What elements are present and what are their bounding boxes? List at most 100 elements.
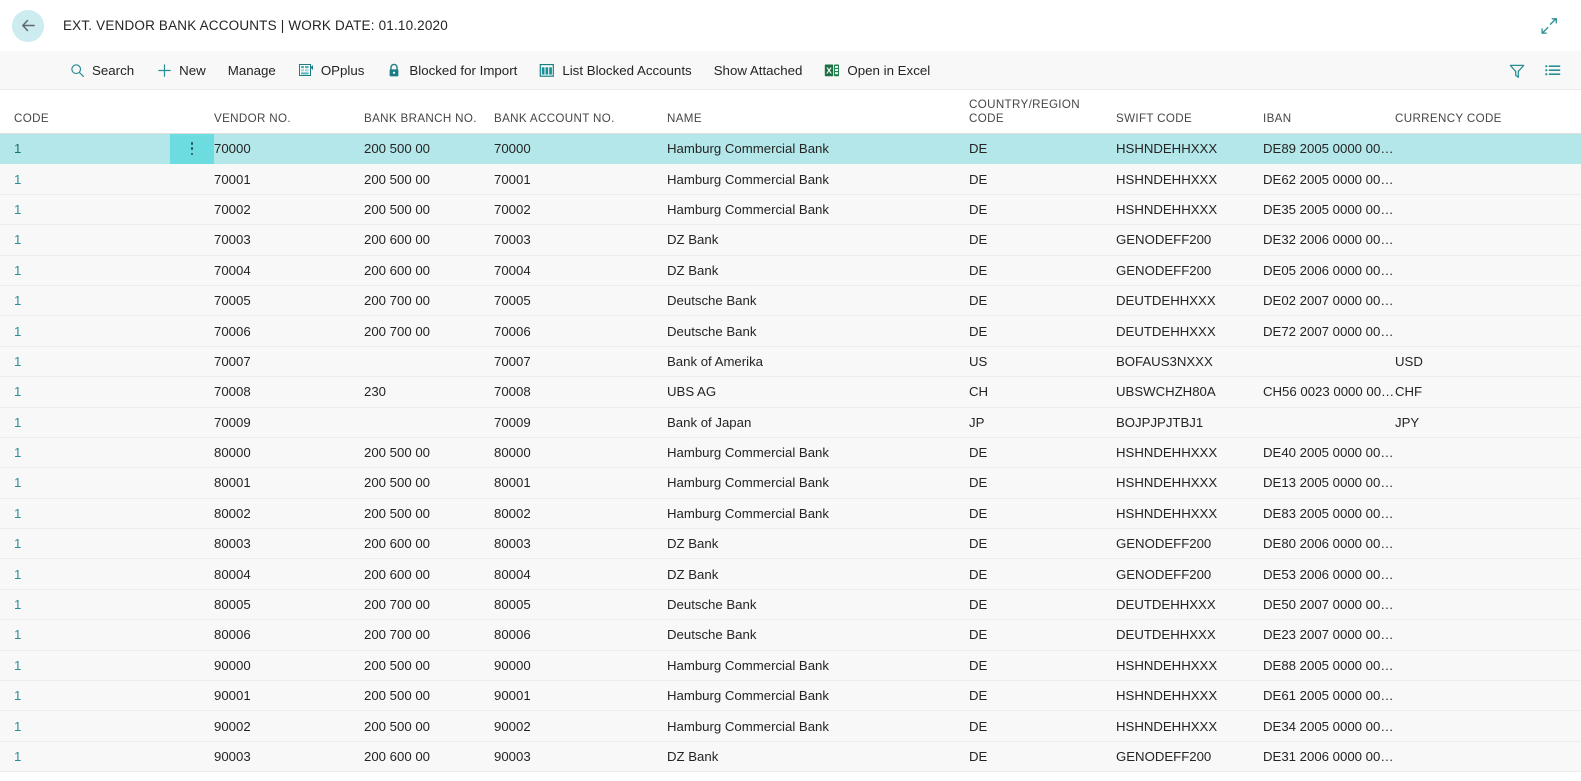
cell-vendor-no[interactable]: 80006 (214, 627, 364, 642)
cell-bank-account-no[interactable]: 90002 (494, 719, 667, 734)
cell-swift-code[interactable]: BOJPJPJTBJ1 (1116, 415, 1263, 430)
cell-iban[interactable]: DE88 2005 0000 00… (1263, 658, 1395, 673)
cell-name[interactable]: Hamburg Commercial Bank (667, 719, 969, 734)
cell-bank-branch-no[interactable]: 200 600 00 (364, 536, 494, 551)
table-row[interactable]: 1 70003 200 600 00 70003 DZ Bank DE GENODEFF20… (0, 225, 1581, 256)
cell-bank-account-no[interactable]: 90000 (494, 658, 667, 673)
cell-code[interactable]: 1 (0, 475, 170, 490)
cell-iban[interactable]: DE80 2006 0000 00… (1263, 536, 1395, 551)
row-menu-button[interactable] (170, 650, 214, 680)
table-row[interactable]: 1 70005 200 700 00 70005 Deutsche Bank DE DEUT… (0, 285, 1581, 317)
cell-code[interactable]: 1 (0, 354, 170, 369)
row-menu-button[interactable] (170, 225, 214, 255)
cell-name[interactable]: DZ Bank (667, 263, 969, 278)
cell-vendor-no[interactable]: 80002 (214, 506, 364, 521)
cell-swift-code[interactable]: GENODEFF200 (1116, 749, 1263, 764)
cell-bank-account-no[interactable]: 70003 (494, 232, 667, 247)
cell-iban[interactable]: DE61 2005 0000 00… (1263, 688, 1395, 703)
cell-code[interactable]: 1 (0, 172, 170, 187)
cell-vendor-no[interactable]: 90003 (214, 749, 364, 764)
cell-country-region-code[interactable]: DE (969, 263, 1116, 278)
cell-country-region-code[interactable]: DE (969, 202, 1116, 217)
cell-bank-branch-no[interactable]: 200 700 00 (364, 324, 494, 339)
cell-country-region-code[interactable]: DE (969, 567, 1116, 582)
cell-iban[interactable]: DE40 2005 0000 00… (1263, 445, 1395, 460)
cell-bank-account-no[interactable]: 70006 (494, 324, 667, 339)
cell-country-region-code[interactable]: DE (969, 719, 1116, 734)
cell-name[interactable]: DZ Bank (667, 232, 969, 247)
column-header-code[interactable]: CODE (0, 112, 170, 133)
cell-country-region-code[interactable]: DE (969, 506, 1116, 521)
cell-bank-branch-no[interactable]: 200 500 00 (364, 688, 494, 703)
cell-bank-branch-no[interactable]: 200 700 00 (364, 597, 494, 612)
cell-name[interactable]: Hamburg Commercial Bank (667, 658, 969, 673)
cell-code[interactable]: 1 (0, 749, 170, 764)
row-menu-button[interactable] (170, 437, 214, 467)
cell-bank-account-no[interactable]: 80000 (494, 445, 667, 460)
row-menu-button[interactable] (170, 164, 214, 194)
table-row[interactable]: 1 70004 200 600 00 70004 DZ Bank DE GENODEFF20… (0, 255, 1581, 286)
row-menu-button[interactable] (170, 589, 214, 619)
cell-vendor-no[interactable]: 90001 (214, 688, 364, 703)
table-row[interactable]: 1 80004 200 600 00 80004 DZ Bank DE GENODEFF20… (0, 559, 1581, 590)
cell-vendor-no[interactable]: 80001 (214, 475, 364, 490)
cell-bank-account-no[interactable]: 70007 (494, 354, 667, 369)
open-in-excel-button[interactable]: X Open in Excel (813, 51, 941, 90)
cell-name[interactable]: Hamburg Commercial Bank (667, 445, 969, 460)
table-row[interactable]: 1 80001 200 500 00 80001 Hamburg Commercial … (0, 468, 1581, 499)
list-blocked-accounts-button[interactable]: List Blocked Accounts (528, 51, 702, 90)
table-row[interactable]: 1 70009 70009 Bank of Japan JP BOJPJPJTBJ1 JPY (0, 407, 1581, 438)
cell-code[interactable]: 1 (0, 202, 170, 217)
cell-swift-code[interactable]: GENODEFF200 (1116, 567, 1263, 582)
cell-name[interactable]: DZ Bank (667, 567, 969, 582)
search-button[interactable]: Search (58, 51, 145, 90)
filter-icon[interactable] (1507, 61, 1527, 81)
table-row[interactable]: 1 90002 200 500 00 90002 Hamburg Commercial … (0, 711, 1581, 742)
table-row[interactable]: 1 90003 200 600 00 90003 DZ Bank DE GENODEFF20… (0, 741, 1581, 773)
cell-swift-code[interactable]: HSHNDEHHXXX (1116, 658, 1263, 673)
new-button[interactable]: New (145, 51, 217, 90)
cell-name[interactable]: Deutsche Bank (667, 597, 969, 612)
cell-iban[interactable]: DE72 2007 0000 00… (1263, 324, 1395, 339)
cell-vendor-no[interactable]: 70007 (214, 354, 364, 369)
cell-bank-account-no[interactable]: 70008 (494, 384, 667, 399)
cell-name[interactable]: Bank of Amerika (667, 354, 969, 369)
cell-vendor-no[interactable]: 80000 (214, 445, 364, 460)
cell-code[interactable]: 1 (0, 445, 170, 460)
cell-iban[interactable]: DE23 2007 0000 00… (1263, 627, 1395, 642)
cell-country-region-code[interactable]: DE (969, 141, 1116, 156)
cell-swift-code[interactable]: DEUTDEHHXXX (1116, 597, 1263, 612)
cell-bank-account-no[interactable]: 70002 (494, 202, 667, 217)
cell-vendor-no[interactable]: 70000 (214, 141, 364, 156)
cell-vendor-no[interactable]: 80003 (214, 536, 364, 551)
column-header-iban[interactable]: IBAN (1263, 112, 1395, 133)
cell-name[interactable]: DZ Bank (667, 536, 969, 551)
row-menu-button[interactable] (170, 255, 214, 285)
column-header-name[interactable]: NAME (667, 112, 969, 133)
cell-swift-code[interactable]: HSHNDEHHXXX (1116, 719, 1263, 734)
cell-bank-account-no[interactable]: 70004 (494, 263, 667, 278)
row-menu-button[interactable] (170, 620, 214, 650)
cell-country-region-code[interactable]: CH (969, 384, 1116, 399)
cell-bank-account-no[interactable]: 80002 (494, 506, 667, 521)
cell-bank-branch-no[interactable]: 200 600 00 (364, 749, 494, 764)
table-row[interactable]: 1 90001 200 500 00 90001 Hamburg Commercial … (0, 681, 1581, 712)
cell-name[interactable]: UBS AG (667, 384, 969, 399)
cell-swift-code[interactable]: GENODEFF200 (1116, 536, 1263, 551)
cell-bank-branch-no[interactable]: 200 500 00 (364, 658, 494, 673)
cell-name[interactable]: Deutsche Bank (667, 627, 969, 642)
cell-bank-account-no[interactable]: 80005 (494, 597, 667, 612)
cell-bank-branch-no[interactable]: 200 600 00 (364, 263, 494, 278)
cell-code[interactable]: 1 (0, 719, 170, 734)
row-menu-button[interactable] (170, 346, 214, 376)
cell-bank-branch-no[interactable]: 200 500 00 (364, 202, 494, 217)
cell-bank-account-no[interactable]: 70005 (494, 293, 667, 308)
row-menu-button[interactable] (170, 529, 214, 559)
cell-country-region-code[interactable]: DE (969, 172, 1116, 187)
row-menu-button[interactable] (170, 285, 214, 315)
cell-bank-branch-no[interactable]: 200 500 00 (364, 506, 494, 521)
cell-bank-account-no[interactable]: 80003 (494, 536, 667, 551)
cell-vendor-no[interactable]: 70008 (214, 384, 364, 399)
table-row[interactable]: 1 70006 200 700 00 70006 Deutsche Bank DE DEUT… (0, 316, 1581, 347)
cell-bank-account-no[interactable]: 70001 (494, 172, 667, 187)
